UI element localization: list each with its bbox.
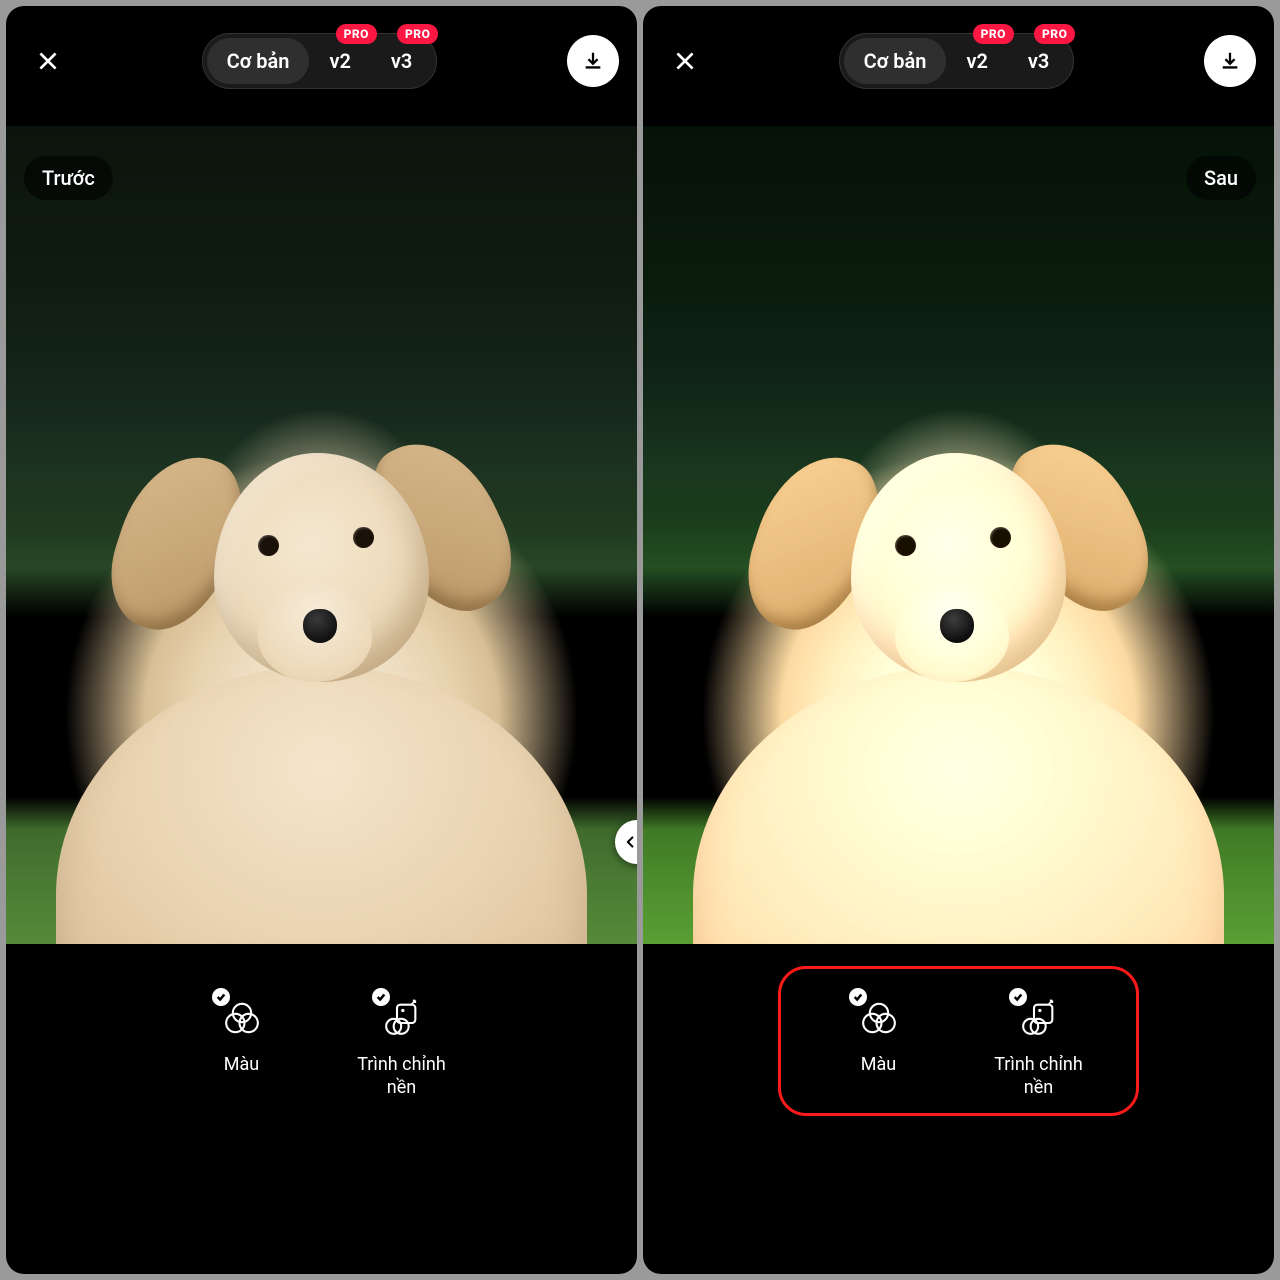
top-bar: Cơ bản v2 PRO v3 PRO bbox=[6, 6, 637, 116]
tool-color-label: Màu bbox=[224, 1054, 259, 1077]
image-preview-before[interactable] bbox=[6, 126, 637, 944]
background-editor-icon bbox=[382, 998, 422, 1038]
color-overlap-icon bbox=[859, 998, 899, 1038]
tool-bg-editor[interactable]: Trình chỉnh nền bbox=[979, 994, 1099, 1099]
before-label: Trước bbox=[24, 156, 113, 200]
image-preview-after[interactable] bbox=[643, 126, 1274, 944]
after-label: Sau bbox=[1186, 156, 1256, 200]
tool-bg-editor-label: Trình chỉnh nền bbox=[357, 1054, 446, 1099]
tab-basic[interactable]: Cơ bản bbox=[207, 38, 310, 84]
tab-v2[interactable]: v2 PRO bbox=[309, 38, 370, 84]
tab-v3-label: v3 bbox=[1028, 49, 1049, 73]
pro-badge: PRO bbox=[397, 24, 438, 44]
drag-horizontal-icon bbox=[626, 835, 637, 849]
pro-badge: PRO bbox=[336, 24, 377, 44]
background-editor-icon bbox=[1019, 998, 1059, 1038]
bottom-toolbar: Màu Trình chỉnh nền bbox=[643, 944, 1274, 1274]
screen-after: Cơ bản v2 PRO v3 PRO Sau bbox=[643, 6, 1274, 1274]
version-tabs: Cơ bản v2 PRO v3 PRO bbox=[202, 33, 438, 89]
screen-before: Cơ bản v2 PRO v3 PRO Trước bbox=[6, 6, 637, 1274]
check-icon bbox=[216, 992, 226, 1002]
tab-v2[interactable]: v2 PRO bbox=[946, 38, 1007, 84]
download-icon bbox=[582, 50, 604, 72]
tab-basic-label: Cơ bản bbox=[227, 49, 290, 73]
close-icon bbox=[35, 48, 61, 74]
check-badge bbox=[849, 988, 867, 1006]
photo-after bbox=[643, 126, 1274, 944]
tab-basic[interactable]: Cơ bản bbox=[844, 38, 947, 84]
pro-badge: PRO bbox=[973, 24, 1014, 44]
tool-color-label: Màu bbox=[861, 1054, 896, 1077]
check-icon bbox=[853, 992, 863, 1002]
tool-bg-editor[interactable]: Trình chỉnh nền bbox=[342, 994, 462, 1099]
version-tabs: Cơ bản v2 PRO v3 PRO bbox=[839, 33, 1075, 89]
download-button[interactable] bbox=[567, 35, 619, 87]
check-badge bbox=[372, 988, 390, 1006]
bottom-toolbar: Màu Trình chỉnh nền bbox=[6, 944, 637, 1274]
check-badge bbox=[212, 988, 230, 1006]
close-button[interactable] bbox=[24, 37, 72, 85]
tab-v3[interactable]: v3 PRO bbox=[371, 38, 432, 84]
pro-badge: PRO bbox=[1034, 24, 1075, 44]
tab-v3-label: v3 bbox=[391, 49, 412, 73]
tool-color[interactable]: Màu bbox=[182, 994, 302, 1077]
check-icon bbox=[376, 992, 386, 1002]
close-icon bbox=[672, 48, 698, 74]
photo-before bbox=[6, 126, 637, 944]
tab-v2-label: v2 bbox=[966, 49, 987, 73]
close-button[interactable] bbox=[661, 37, 709, 85]
check-badge bbox=[1009, 988, 1027, 1006]
download-icon bbox=[1219, 50, 1241, 72]
download-button[interactable] bbox=[1204, 35, 1256, 87]
tab-v2-label: v2 bbox=[329, 49, 350, 73]
tool-bg-editor-label: Trình chỉnh nền bbox=[994, 1054, 1083, 1099]
tool-color[interactable]: Màu bbox=[819, 994, 939, 1077]
check-icon bbox=[1013, 992, 1023, 1002]
tab-v3[interactable]: v3 PRO bbox=[1008, 38, 1069, 84]
color-overlap-icon bbox=[222, 998, 262, 1038]
top-bar: Cơ bản v2 PRO v3 PRO bbox=[643, 6, 1274, 116]
tab-basic-label: Cơ bản bbox=[864, 49, 927, 73]
